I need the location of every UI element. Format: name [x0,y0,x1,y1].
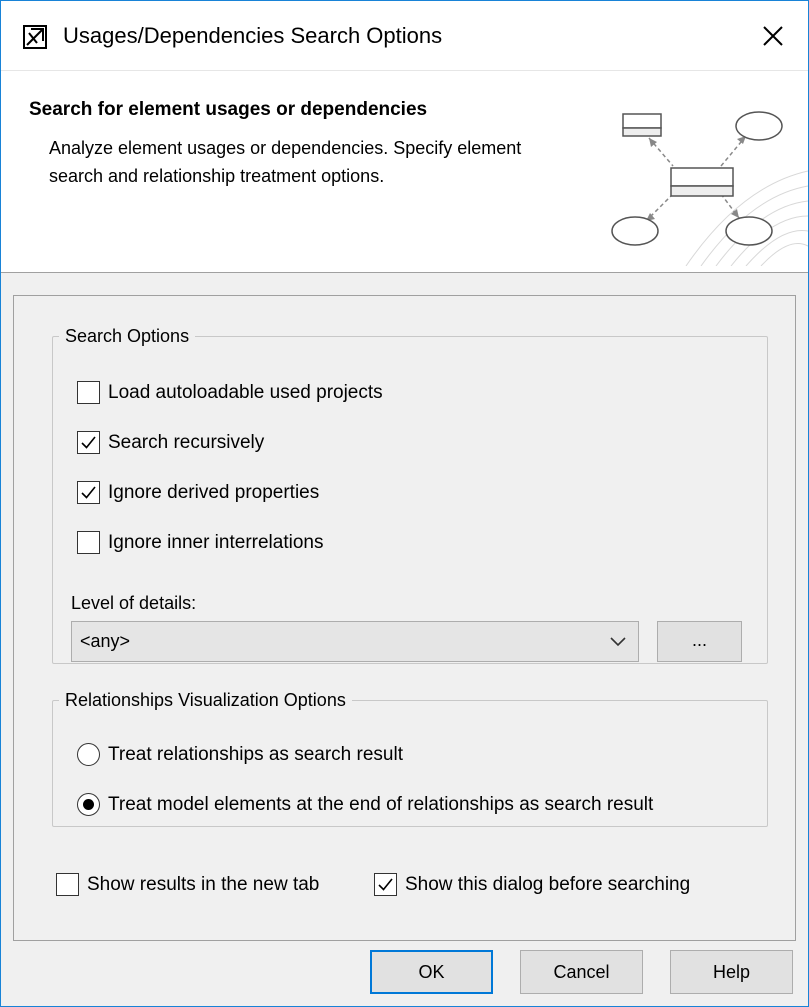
treat-model-elements-radio[interactable]: Treat model elements at the end of relat… [77,793,653,816]
show-results-new-tab-checkbox[interactable]: Show results in the new tab [56,873,319,896]
search-recursively-checkbox[interactable]: Search recursively [77,431,264,454]
ok-button[interactable]: OK [370,950,493,994]
close-icon [763,26,783,46]
radio-label: Treat relationships as search result [108,743,403,765]
radio-circle[interactable] [77,793,100,816]
help-button[interactable]: Help [670,950,793,994]
checkbox-box[interactable] [77,381,100,404]
dependency-diagram-icon [611,111,808,266]
checkbox-box[interactable] [56,873,79,896]
checkbox-box[interactable] [77,481,100,504]
relationships-legend: Relationships Visualization Options [65,690,346,710]
search-options-group: Search Options Load autoloadable used pr… [52,326,768,664]
level-of-details-label: Level of details: [71,593,197,613]
checkmark-icon [81,436,96,449]
radio-label: Treat model elements at the end of relat… [108,793,654,815]
app-icon [23,25,47,49]
banner-title: Search for element usages or dependencie… [29,99,428,120]
load-autoloadable-checkbox[interactable]: Load autoloadable used projects [77,381,383,404]
header-banner: Search for element usages or dependencie… [1,71,808,273]
checkbox-label: Show results in the new tab [87,873,320,895]
show-dialog-before-searching-checkbox[interactable]: Show this dialog before searching [374,873,690,896]
title-bar[interactable]: Usages/Dependencies Search Options [1,1,808,71]
checkbox-label: Load autoloadable used projects [108,381,383,403]
banner-description: Analyze element usages or dependencies. … [49,138,522,186]
chevron-down-icon [610,637,626,647]
checkmark-icon [378,878,393,891]
more-options-button[interactable]: ... [657,621,742,662]
checkbox-label: Search recursively [108,431,265,453]
ignore-inner-checkbox[interactable]: Ignore inner interrelations [77,531,323,554]
checkbox-label: Ignore inner interrelations [108,531,324,553]
level-of-details-value: <any> [80,631,131,651]
checkmark-icon [81,486,96,499]
relationships-options-group: Relationships Visualization Options Trea… [52,690,768,827]
dialog-window: Usages/Dependencies Search Options Searc… [0,0,809,1007]
checkbox-label: Show this dialog before searching [405,873,691,895]
level-of-details-select[interactable]: <any> [71,621,639,662]
radio-circle[interactable] [77,743,100,766]
content-panel: Search Options Load autoloadable used pr… [13,295,796,941]
checkbox-label: Ignore derived properties [108,481,320,503]
ignore-derived-checkbox[interactable]: Ignore derived properties [77,481,319,504]
checkbox-box[interactable] [77,431,100,454]
window-title: Usages/Dependencies Search Options [63,23,443,48]
cancel-button[interactable]: Cancel [520,950,643,994]
treat-relationships-radio[interactable]: Treat relationships as search result [77,743,403,766]
checkbox-box[interactable] [77,531,100,554]
radio-selected-dot [83,799,94,810]
search-options-legend: Search Options [65,326,190,346]
checkbox-box[interactable] [374,873,397,896]
close-button[interactable] [738,1,808,71]
